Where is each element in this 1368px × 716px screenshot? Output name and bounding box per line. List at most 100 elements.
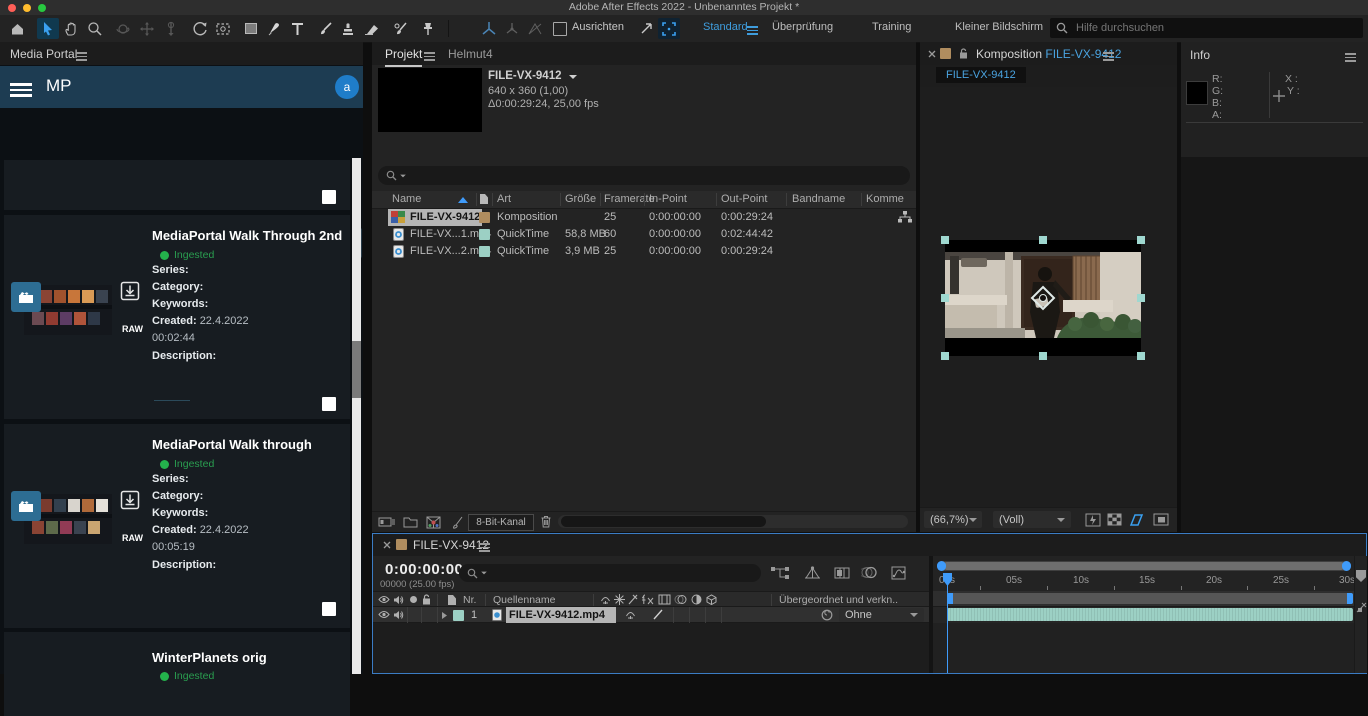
roto-brush-tool-icon[interactable] [389,18,411,39]
anchor-point-icon[interactable] [1030,285,1056,311]
workspace-tab-standard[interactable]: Standard [703,21,748,33]
timeline-tab[interactable]: FILE-VX-9412 [413,538,489,552]
layer-eye-icon[interactable] [378,610,390,619]
handle-bottom-left[interactable] [941,352,949,360]
help-search-input[interactable] [1074,21,1328,35]
select-checkbox[interactable] [322,602,336,616]
workspace-tab-training[interactable]: Training [872,21,911,33]
dolly-camera-tool-icon[interactable] [160,18,182,39]
mp-scrollbar-thumb[interactable] [352,341,361,398]
mp-scrollbar[interactable] [352,158,361,674]
mp-menu-icon[interactable] [10,80,32,100]
panel-menu-icon[interactable] [76,50,87,63]
snapping-marquee-icon[interactable] [658,18,680,39]
panel-menu-icon[interactable] [1103,50,1114,63]
camera-tool-icon[interactable] [212,18,234,39]
handle-bottom-center[interactable] [1039,352,1047,360]
local-axis-mode-icon[interactable] [478,18,500,39]
col-name[interactable]: Name [392,193,421,205]
media-card-partial[interactable] [4,160,350,210]
label-color[interactable] [479,229,490,240]
help-search[interactable] [1050,18,1363,38]
card-download-icon[interactable] [120,490,140,510]
motion-blur-icon[interactable] [861,566,877,579]
project-hscrollbar[interactable] [558,515,908,528]
mask-visibility-icon[interactable] [1153,513,1169,526]
avatar[interactable]: a [335,75,359,99]
current-timecode[interactable]: 0:00:00:00 [385,561,463,578]
col-outpoint[interactable]: Out-Point [721,193,767,205]
effects-switch-icon[interactable] [641,594,654,605]
col-nr[interactable]: Nr. [463,594,476,606]
new-composition-icon[interactable] [426,516,441,529]
trash-icon[interactable] [540,515,552,528]
region-of-interest-icon[interactable] [1128,513,1145,527]
time-ruler[interactable]: 00s 05s 10s 15s 20s 25s 30s [933,573,1366,592]
collapse-transformations-icon[interactable] [614,594,625,605]
comp-video-frame[interactable] [945,240,1141,356]
select-checkbox[interactable] [322,190,336,204]
comp-tab-label[interactable]: Komposition FILE-VX-9412 [976,47,1121,61]
transparency-grid-icon[interactable] [1107,513,1122,526]
frame-blend-switch-icon[interactable] [658,594,671,605]
clone-stamp-tool-icon[interactable] [337,18,359,39]
tab-projekt[interactable]: Projekt [385,47,422,67]
handle-top-center[interactable] [1039,236,1047,244]
handle-bottom-right[interactable] [1137,352,1145,360]
info-panel-title[interactable]: Info [1190,48,1210,62]
handle-top-left[interactable] [941,236,949,244]
project-search[interactable] [378,166,910,185]
col-framerate[interactable]: Framerate [604,193,655,205]
align-checkbox[interactable] [553,22,567,36]
comp-breadcrumb[interactable]: FILE-VX-9412 [936,67,1026,83]
workspace-menu-icon[interactable] [747,24,758,37]
handle-mid-left[interactable] [941,294,949,302]
comp-button-icon[interactable] [1356,602,1367,613]
layer-audio-icon[interactable] [393,610,404,620]
timeline-zoom-thumb[interactable] [943,562,1345,570]
panel-menu-icon[interactable] [1345,51,1356,64]
project-hscrollbar-thumb[interactable] [561,516,766,527]
col-quellenname[interactable]: Quellenname [493,594,555,606]
quality-switch-icon[interactable] [628,594,638,605]
project-table-header[interactable]: Name Art Größe Framerate In-Point Out-Po… [372,191,916,209]
handle-top-right[interactable] [1137,236,1145,244]
resolution-dropdown[interactable]: (Voll) [993,511,1071,528]
layer-name[interactable]: FILE-VX-9412.mp4 [509,609,605,621]
panel-menu-icon[interactable] [479,541,490,554]
bit-depth-button[interactable]: 8-Bit-Kanal [468,514,534,531]
media-card[interactable]: MediaPortal Walk Through 2nd Ingested Se… [4,215,350,419]
hand-tool-icon[interactable] [60,18,82,39]
zoom-tool-icon[interactable] [83,18,105,39]
graph-editor-icon[interactable] [891,566,906,580]
comp-label-color[interactable] [940,48,951,59]
col-bandname[interactable]: Bandname [792,193,845,205]
table-row[interactable]: FILE-VX...2.mp4 QuickTime 3,9 MB 25 0:00… [372,243,916,260]
label-column-icon[interactable] [447,594,457,606]
label-color[interactable] [479,212,490,223]
pen-tool-icon[interactable] [263,18,285,39]
audio-icon[interactable] [393,595,404,605]
frame-blending-icon[interactable] [834,566,850,580]
comp-viewer[interactable] [920,87,1177,508]
panel-menu-icon[interactable] [424,50,435,63]
parent-dropdown[interactable]: Ohne [839,608,924,622]
zoom-handle-right[interactable] [1342,561,1351,571]
zoom-handle-left[interactable] [937,561,946,571]
label-color[interactable] [479,246,490,257]
puppet-pin-tool-icon[interactable] [417,18,439,39]
pickwhip-icon[interactable] [821,609,833,621]
expand-layer-icon[interactable] [441,611,448,620]
workspace-tab-kleiner-bildschirm[interactable]: Kleiner Bildschirm [955,21,1043,33]
comp-mini-flowchart-icon[interactable] [771,566,789,580]
col-inpoint[interactable]: In-Point [649,193,687,205]
work-area-bar[interactable] [947,593,1353,604]
playhead-line[interactable] [947,573,948,673]
close-tab-icon[interactable] [928,50,936,58]
workspace-tab-ueberpruefung[interactable]: Überprüfung [772,21,833,33]
table-row[interactable]: FILE-VX...1.mp4 QuickTime 58,8 MB 60 0:0… [372,226,916,243]
world-axis-mode-icon[interactable] [501,18,523,39]
layer-row[interactable]: 1 FILE-VX-9412.mp4 Ohne [373,607,929,623]
layer-quality-icon[interactable] [653,609,663,620]
draft-3d-icon[interactable] [804,566,821,580]
